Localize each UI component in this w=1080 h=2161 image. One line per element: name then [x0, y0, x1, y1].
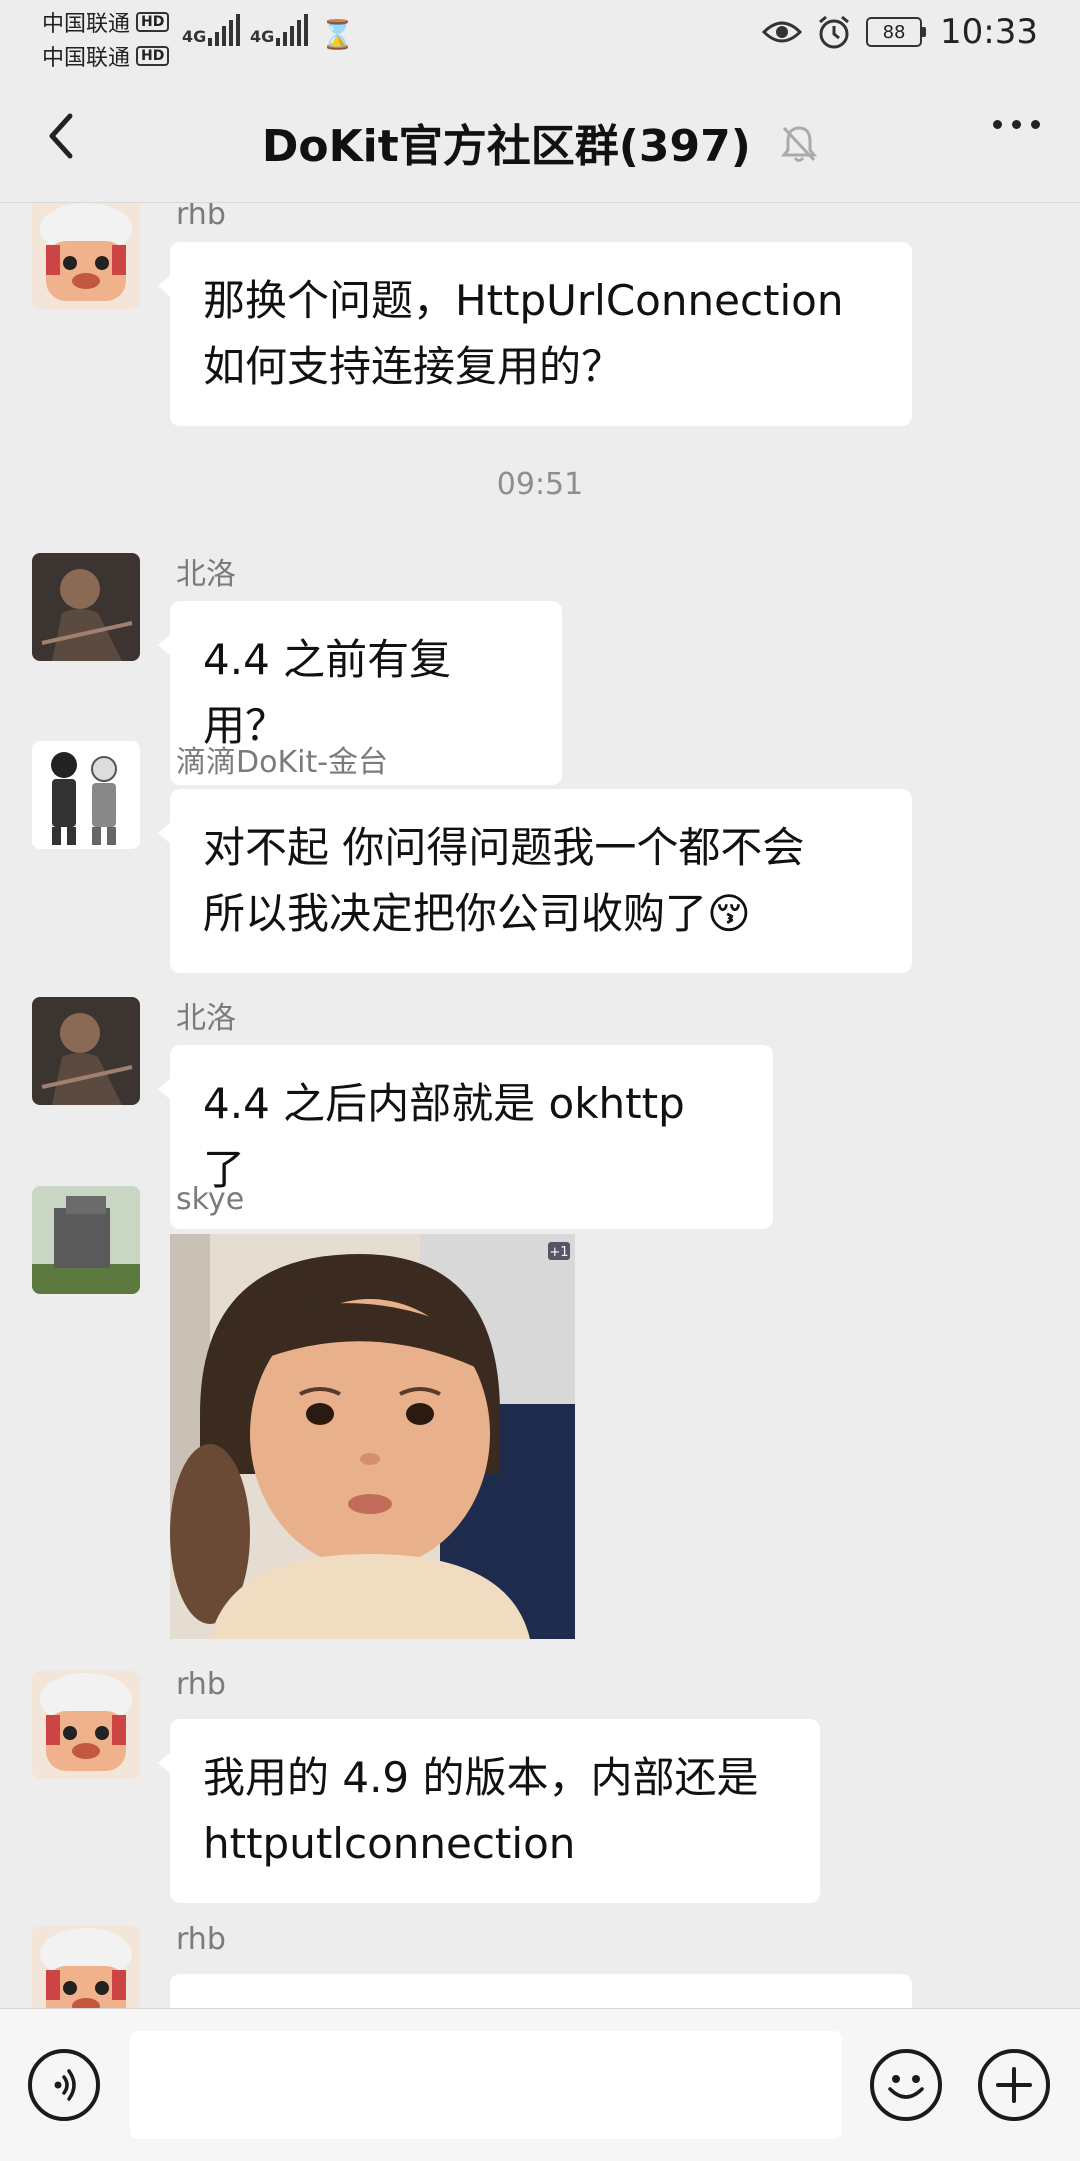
hourglass-icon: ⌛	[320, 18, 355, 51]
eye-icon	[762, 21, 803, 43]
sender-name: rhb	[176, 1922, 226, 1957]
message-text-line: 所以我决定把你公司收购了😚	[203, 889, 751, 938]
dot-icon	[1031, 120, 1040, 129]
avatar[interactable]	[32, 1671, 140, 1779]
message-bubble[interactable]: 我用的 4.9 的版本，内部还是 httputlconnection	[158, 1719, 820, 1903]
carrier-2-label: 中国联通	[42, 46, 131, 71]
network-1-label: 4G	[182, 27, 207, 46]
battery-icon: 88	[866, 17, 927, 47]
voice-button[interactable]	[28, 2049, 100, 2121]
message-input[interactable]	[130, 2031, 842, 2139]
dot-icon	[993, 120, 1002, 129]
timestamp: 09:51	[496, 467, 584, 502]
chat-header: DoKit官方社区群(397)	[0, 70, 1080, 203]
plus-icon	[996, 2067, 1032, 2103]
signal-bars-1-icon	[208, 14, 241, 46]
message-text-line: 我用的 4.9 的版本，内部还是	[203, 1753, 759, 1802]
message-text-line: httputlconnection	[203, 1819, 576, 1868]
message-text-line: 如何支持连接复用的？	[203, 342, 624, 391]
sender-name: skye	[176, 1182, 245, 1217]
sender-name: rhb	[176, 1667, 226, 1702]
avatar[interactable]	[32, 1186, 140, 1294]
smiley-icon	[888, 2075, 924, 2099]
avatar[interactable]	[32, 203, 140, 309]
message-bubble[interactable]: 那换个问题，HttpUrlConnection 如何支持连接复用的？	[158, 242, 912, 426]
signal-2: 4G	[250, 14, 309, 46]
sender-name: rhb	[176, 203, 226, 232]
signal-bars-2-icon	[276, 14, 309, 46]
emoji-button[interactable]	[870, 2049, 942, 2121]
input-bar	[0, 2008, 1080, 2161]
sender-name: 北洛	[176, 1001, 236, 1036]
hd-badge-2: HD	[136, 46, 170, 66]
avatar[interactable]	[32, 741, 140, 849]
status-bar: 中国联通 HD 中国联通 HD 4G 4G ⌛ 88 10:33	[0, 0, 1080, 72]
network-2-label: 4G	[250, 27, 275, 46]
dot-icon	[1012, 120, 1021, 129]
status-right: 88 10:33	[762, 12, 1038, 52]
message-text-line: 4.4 之后内部就是 okhttp 了	[203, 1079, 685, 1194]
message-bubble[interactable]: 4.4 之后内部就是 okhttp 了	[158, 1045, 773, 1229]
sticker-image[interactable]: +1	[170, 1234, 575, 1639]
alarm-icon	[819, 15, 849, 49]
sticker-badge: +1	[549, 1245, 568, 1260]
carrier-2: 中国联通 HD	[42, 40, 170, 72]
signal-1: 4G	[182, 14, 241, 46]
message-bubble[interactable]	[158, 1974, 912, 2008]
voice-icon	[54, 2069, 76, 2101]
avatar[interactable]	[32, 1926, 140, 2008]
message-list[interactable]: rhb 那换个问题，HttpUrlConnection 如何支持连接复用的？ 0…	[0, 203, 1080, 2008]
carrier-1-label: 中国联通	[42, 12, 131, 37]
clock: 10:33	[940, 12, 1038, 52]
message-text-line: 对不起 你问得问题我一个都不会	[203, 823, 805, 872]
group-name: DoKit官方社区群(397)	[261, 121, 751, 172]
hd-badge-1: HD	[136, 12, 170, 32]
mute-bell-icon	[780, 124, 818, 175]
carrier-1: 中国联通 HD	[42, 6, 170, 38]
message-bubble[interactable]: 对不起 你问得问题我一个都不会 所以我决定把你公司收购了😚	[158, 789, 912, 973]
avatar[interactable]	[32, 553, 140, 661]
more-options-button[interactable]	[993, 120, 1040, 129]
add-button[interactable]	[978, 2049, 1050, 2121]
sender-name: 北洛	[176, 557, 236, 592]
page-title: DoKit官方社区群(397)	[0, 110, 1080, 175]
avatar[interactable]	[32, 997, 140, 1105]
message-text-line: 那换个问题，HttpUrlConnection	[203, 276, 844, 325]
battery-level: 88	[866, 17, 923, 47]
sender-name: 滴滴DoKit-金台	[176, 745, 389, 780]
